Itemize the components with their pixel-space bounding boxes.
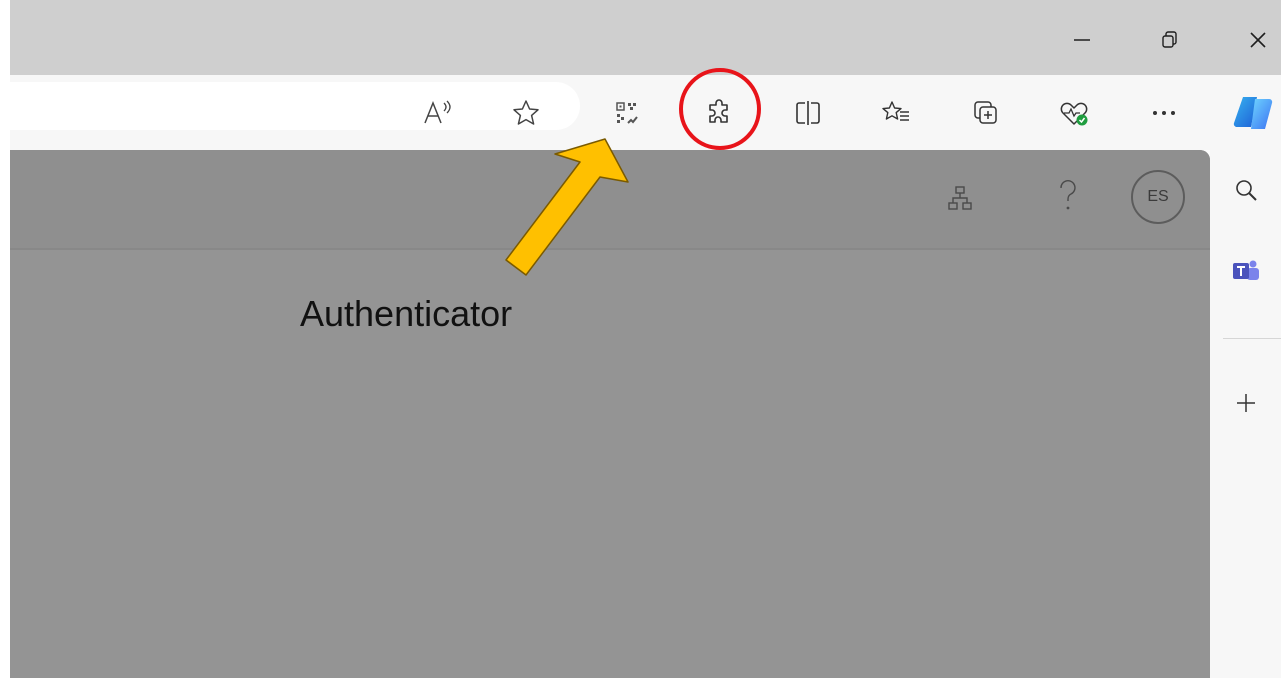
- copilot-icon[interactable]: [1228, 91, 1278, 135]
- read-aloud-icon[interactable]: [418, 93, 458, 133]
- address-bar[interactable]: [10, 82, 580, 130]
- edge-sidebar: [1210, 150, 1281, 678]
- split-screen-icon[interactable]: [788, 93, 828, 133]
- search-icon[interactable]: [1226, 170, 1266, 210]
- left-edge: [0, 0, 10, 678]
- browser-toolbar: [10, 75, 1281, 150]
- sidebar-divider: [1223, 338, 1281, 339]
- help-icon[interactable]: [1050, 176, 1086, 216]
- annotation-arrow: [505, 138, 629, 276]
- org-chart-icon[interactable]: [942, 180, 978, 216]
- title-bar: [10, 0, 1281, 75]
- collections-icon[interactable]: [966, 93, 1006, 133]
- teams-icon[interactable]: [1226, 251, 1266, 291]
- avatar[interactable]: ES: [1131, 170, 1185, 224]
- minimize-icon[interactable]: [1062, 20, 1102, 60]
- close-icon[interactable]: [1238, 20, 1278, 60]
- highlight-circle: [679, 68, 761, 150]
- annotation-label: Authenticator: [300, 293, 513, 334]
- favorites-list-icon[interactable]: [876, 93, 916, 133]
- browser-essentials-icon[interactable]: [1054, 93, 1094, 133]
- restore-icon[interactable]: [1150, 20, 1190, 60]
- add-icon[interactable]: [1226, 383, 1266, 423]
- more-icon[interactable]: [1144, 93, 1184, 133]
